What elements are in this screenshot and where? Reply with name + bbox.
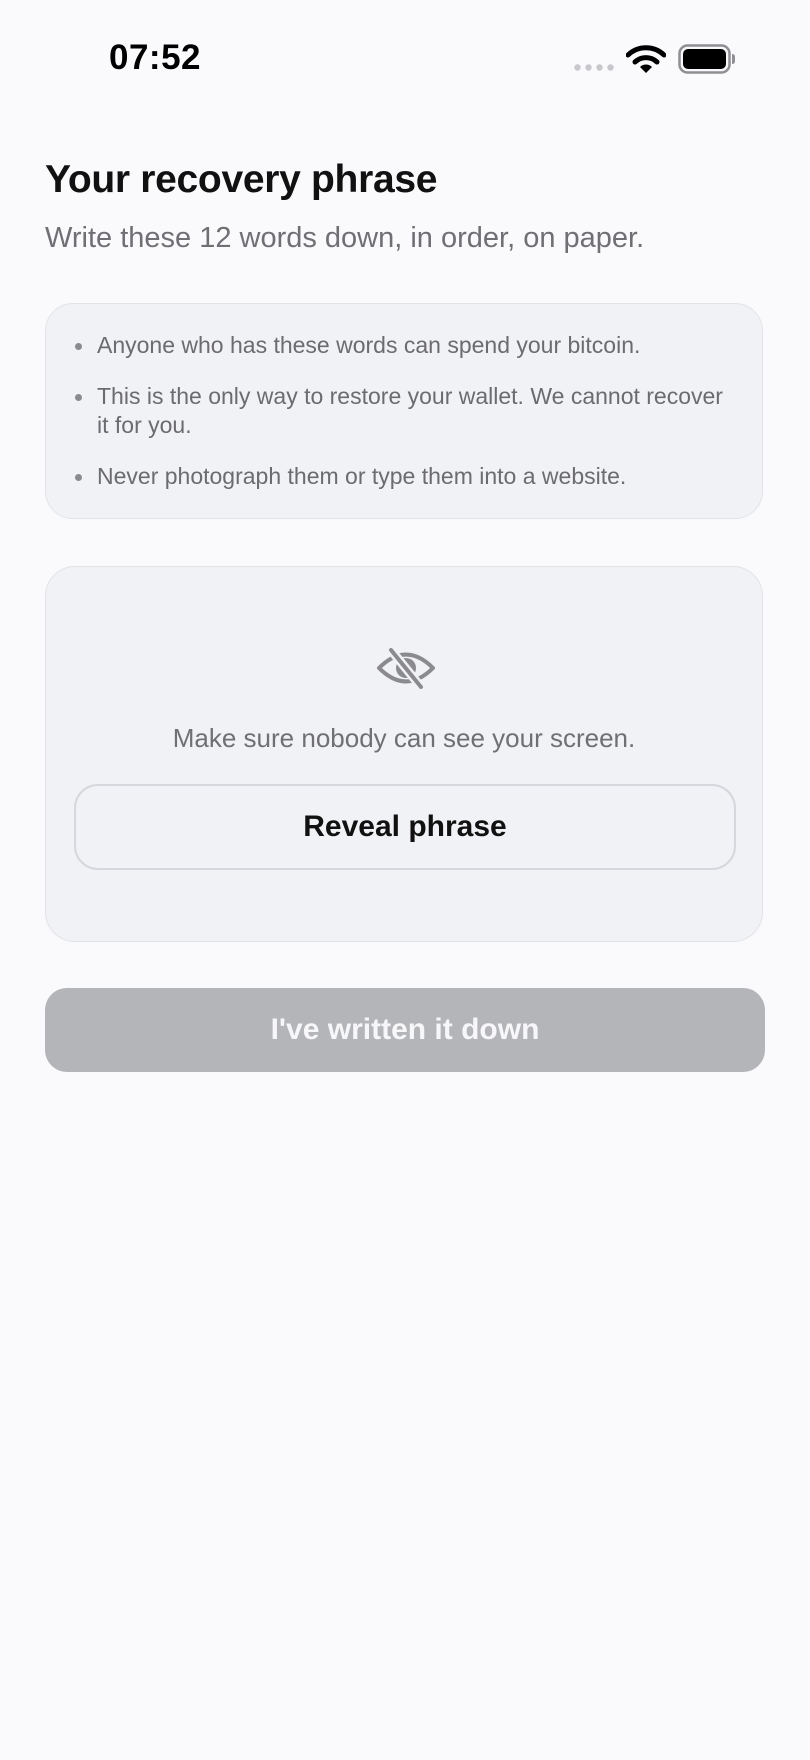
warning-item: This is the only way to restore your wal… xyxy=(75,382,732,440)
warning-item: Anyone who has these words can spend you… xyxy=(75,331,732,360)
written-down-button[interactable]: I've written it down xyxy=(45,988,765,1072)
reveal-phrase-button[interactable]: Reveal phrase xyxy=(74,784,736,870)
eye-slash-icon xyxy=(377,645,435,691)
status-bar: 07:52 xyxy=(0,0,810,120)
page-subtitle: Write these 12 words down, in order, on … xyxy=(45,222,645,254)
warning-item: Never photograph them or type them into … xyxy=(75,462,732,491)
cellular-signal-icon xyxy=(574,64,614,71)
warning-list: Anyone who has these words can spend you… xyxy=(46,304,762,491)
page-title: Your recovery phrase xyxy=(45,158,438,201)
wifi-icon xyxy=(626,45,666,73)
battery-icon xyxy=(678,44,735,74)
privacy-message: Make sure nobody can see your screen. xyxy=(172,723,636,753)
security-warning-card: Anyone who has these words can spend you… xyxy=(45,303,763,519)
hidden-phrase-card: Make sure nobody can see your screen. Re… xyxy=(45,566,763,942)
status-time: 07:52 xyxy=(109,38,202,77)
